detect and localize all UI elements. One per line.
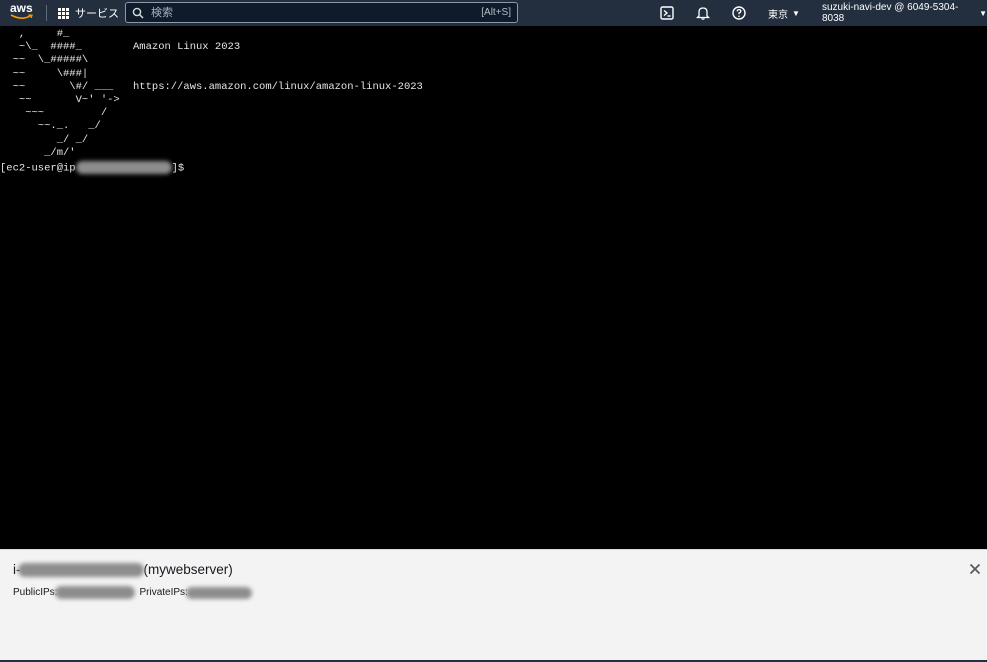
instance-info-panel: i- (mywebserver) PublicIPs: PrivateIPs: (0, 549, 987, 661)
notifications-bell-icon[interactable] (695, 5, 711, 21)
services-menu-button[interactable]: サービス (58, 0, 119, 26)
services-label: サービス (75, 8, 119, 20)
caret-down-icon: ▼ (979, 8, 987, 18)
caret-down-icon: ▼ (792, 8, 800, 18)
os-name-line: Amazon Linux 2023 (133, 41, 241, 53)
private-ips-label: PrivateIPs: (139, 587, 188, 598)
aws-logo[interactable]: aws (10, 2, 38, 24)
redacted-instance-id (17, 562, 144, 577)
nav-divider (46, 5, 47, 21)
redacted-private-ip (185, 586, 252, 599)
public-ips-label: PublicIPs: (13, 587, 58, 598)
instance-ip-info: PublicIPs: PrivateIPs: (13, 586, 252, 599)
redacted-public-ip (55, 586, 136, 599)
close-icon[interactable] (968, 562, 982, 576)
search-shortcut-hint: [Alt+S] (481, 7, 511, 18)
amazon-linux-ascii-logo: , #_ ~\_ ####_ ~~ \_#####\ ~~ \###| ~~ \… (12, 28, 120, 159)
help-icon[interactable] (731, 5, 747, 21)
cloudshell-icon[interactable] (659, 5, 675, 21)
region-selector[interactable]: 東京 ▼ (768, 0, 800, 26)
prompt-suffix: ]$ (171, 162, 185, 175)
account-menu[interactable]: suzuki-navi-dev @ 6049-5304-8038 ▼ (822, 0, 987, 26)
instance-title: i- (mywebserver) (13, 562, 233, 577)
terminal-session[interactable]: , #_ ~\_ ####_ ~~ \_#####\ ~~ \###| ~~ \… (0, 26, 987, 549)
aws-smile-icon (10, 14, 33, 19)
os-url-line: https://aws.amazon.com/linux/amazon-linu… (133, 81, 423, 93)
search-input[interactable] (144, 5, 482, 20)
search-box[interactable]: [Alt+S] (125, 2, 518, 23)
grid-icon (58, 7, 69, 19)
shell-prompt: [ec2-user@ip ]$ (0, 161, 184, 175)
redacted-hostname (75, 161, 172, 174)
search-icon (132, 7, 144, 19)
top-navigation-bar: aws サービス [Alt+S] 東京 ▼ suz (0, 0, 987, 26)
instance-name: (mywebserver) (143, 562, 233, 577)
aws-logo-text: aws (10, 1, 33, 15)
account-label: suzuki-navi-dev @ 6049-5304-8038 (822, 2, 959, 24)
region-label: 東京 (768, 9, 788, 21)
prompt-prefix: [ec2-user@ip (0, 162, 76, 175)
